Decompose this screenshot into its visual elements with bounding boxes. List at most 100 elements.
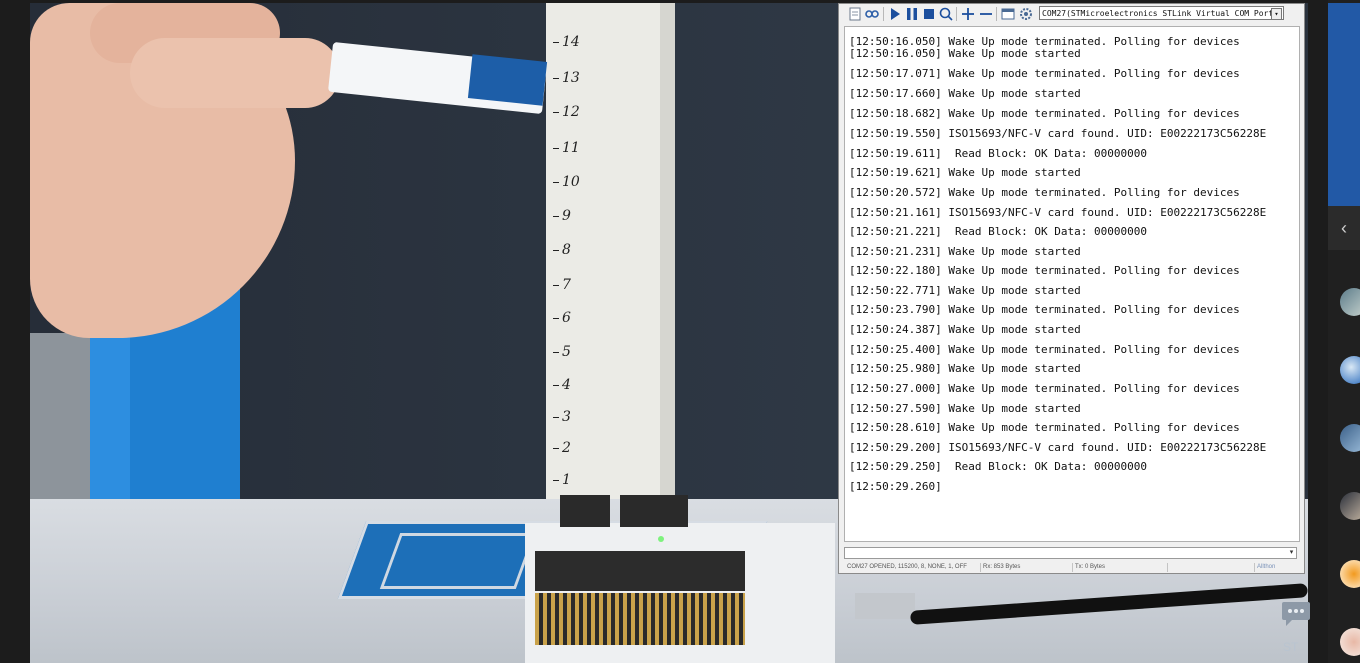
ruler-number: 7 — [562, 277, 571, 293]
ruler-tick — [553, 112, 559, 113]
plus-icon[interactable] — [960, 6, 976, 22]
log-line: [12:50:24.387] Wake Up mode started — [849, 323, 1081, 336]
ruler-number: 5 — [562, 344, 571, 360]
chevron-down-icon[interactable]: ▾ — [1271, 8, 1282, 19]
log-line: [12:50:29.250] Read Block: OK Data: 0000… — [849, 460, 1148, 473]
log-line: [12:50:27.590] Wake Up mode started — [849, 402, 1081, 415]
ruler-tick — [553, 352, 559, 353]
log-line: [12:50:19.550] ISO15693/NFC-V card found… — [849, 127, 1267, 140]
log-line: [12:50:25.400] Wake Up mode terminated. … — [849, 343, 1240, 356]
ruler-number: 3 — [562, 409, 571, 425]
status-divider — [1254, 563, 1255, 572]
search-icon[interactable] — [938, 6, 954, 22]
log-line: [12:50:21.221] Read Block: OK Data: 0000… — [849, 225, 1148, 238]
status-tx: Tx: 0 Bytes — [1075, 564, 1106, 570]
ruler-number: 6 — [562, 310, 571, 326]
ruler-number: 9 — [562, 208, 571, 224]
pin-header — [620, 495, 688, 527]
avatar[interactable] — [1340, 356, 1360, 384]
toolbar-separator — [956, 7, 957, 21]
new-file-icon[interactable] — [847, 6, 863, 22]
avatar[interactable] — [1340, 288, 1360, 316]
ruler-tick — [553, 448, 559, 449]
ruler-tick — [553, 285, 559, 286]
nfc-antenna-coil — [379, 533, 537, 589]
collapse-sidebar-button[interactable]: ‹ — [1328, 206, 1360, 250]
ruler-number: 12 — [562, 104, 580, 120]
log-line: [12:50:17.660] Wake Up mode started — [849, 87, 1081, 100]
log-line: [12:50:27.000] Wake Up mode terminated. … — [849, 382, 1240, 395]
window-icon[interactable] — [1000, 6, 1016, 22]
chevron-down-icon[interactable]: ▾ — [1287, 548, 1296, 558]
board-connector — [535, 551, 745, 591]
log-line: [12:50:23.790] Wake Up mode terminated. … — [849, 303, 1240, 316]
play-icon[interactable] — [887, 6, 903, 22]
port-select-value: COM27(STMicroelectronics STLink Virtual … — [1042, 9, 1279, 18]
log-line: [12:50:22.771] Wake Up mode started — [849, 284, 1081, 297]
grey-box — [30, 333, 90, 499]
serial-terminal-window: COM27(STMicroelectronics STLink Virtual … — [838, 3, 1305, 574]
log-line: [12:50:19.611] Read Block: OK Data: 0000… — [849, 147, 1148, 160]
ruler-tick — [553, 78, 559, 79]
log-line: [12:50:29.200] ISO15693/NFC-V card found… — [849, 441, 1267, 454]
log-line: [12:50:25.980] Wake Up mode started — [849, 362, 1081, 375]
log-line: [12:50:28.610] Wake Up mode terminated. … — [849, 421, 1240, 434]
loop-icon[interactable] — [864, 6, 880, 22]
st-label: ST — [1283, 640, 1299, 654]
status-divider — [1167, 563, 1168, 572]
log-line: [12:50:22.180] Wake Up mode terminated. … — [849, 264, 1240, 277]
send-input[interactable]: ▾ — [844, 547, 1297, 559]
sidebar-banner — [1328, 3, 1360, 206]
ruler-tick — [553, 182, 559, 183]
ruler-number: 1 — [562, 472, 571, 488]
avatar[interactable] — [1340, 424, 1360, 452]
board-pins — [535, 593, 745, 645]
avatar[interactable] — [1340, 628, 1360, 656]
log-line: [12:50:21.231] Wake Up mode started — [849, 245, 1081, 258]
minus-icon[interactable] — [978, 6, 994, 22]
chat-bubble-icon[interactable] — [1280, 598, 1312, 630]
ruler-number: 10 — [562, 174, 580, 190]
ruler-number: 11 — [562, 140, 580, 156]
pause-icon[interactable] — [904, 6, 920, 22]
avatar[interactable] — [1340, 492, 1360, 520]
toolbar-separator — [883, 7, 884, 21]
finger — [130, 38, 340, 108]
gear-icon[interactable] — [1018, 6, 1034, 22]
ruler-tick — [553, 385, 559, 386]
log-line: [12:50:18.682] Wake Up mode terminated. … — [849, 107, 1240, 120]
ruler-tick — [553, 480, 559, 481]
ruler-number: 13 — [562, 70, 580, 86]
ruler-number: 8 — [562, 242, 571, 258]
nfc-card-logo — [467, 54, 548, 106]
ruler-tick — [553, 318, 559, 319]
status-rx: Rx: 853 Bytes — [983, 564, 1021, 570]
status-divider — [1072, 563, 1073, 572]
status-bar: COM27 OPENED, 115200, 8, NONE, 1, OFF Rx… — [844, 562, 1299, 573]
stop-icon[interactable] — [921, 6, 937, 22]
ruler-number: 4 — [562, 377, 571, 393]
terminal-toolbar: COM27(STMicroelectronics STLink Virtual … — [839, 4, 1304, 24]
ruler-tick — [553, 417, 559, 418]
ruler-number: 2 — [562, 440, 571, 456]
log-line: [12:50:20.572] Wake Up mode terminated. … — [849, 186, 1240, 199]
log-line: [12:50:29.260] — [849, 480, 942, 493]
log-line: [12:50:16.050] Wake Up mode started — [849, 47, 1081, 60]
port-select[interactable]: COM27(STMicroelectronics STLink Virtual … — [1039, 6, 1284, 20]
log-line: [12:50:19.621] Wake Up mode started — [849, 166, 1081, 179]
usb-connector — [855, 593, 915, 619]
log-line: [12:50:17.071] Wake Up mode terminated. … — [849, 67, 1240, 80]
ruler-tick — [553, 216, 559, 217]
log-line: [12:50:21.161] ISO15693/NFC-V card found… — [849, 206, 1267, 219]
status-divider — [980, 563, 981, 572]
avatar[interactable] — [1340, 560, 1360, 588]
ruler-tick — [553, 42, 559, 43]
status-connection: COM27 OPENED, 115200, 8, NONE, 1, OFF — [847, 564, 967, 570]
ruler-tick — [553, 148, 559, 149]
ruler-number: 14 — [562, 34, 580, 50]
status-brand: Allthon — [1257, 564, 1276, 570]
log-output[interactable]: [12:50:16.050] Wake Up mode terminated. … — [844, 26, 1300, 542]
ruler-edge — [660, 3, 675, 523]
ruler-tick — [553, 250, 559, 251]
toolbar-separator — [996, 7, 997, 21]
